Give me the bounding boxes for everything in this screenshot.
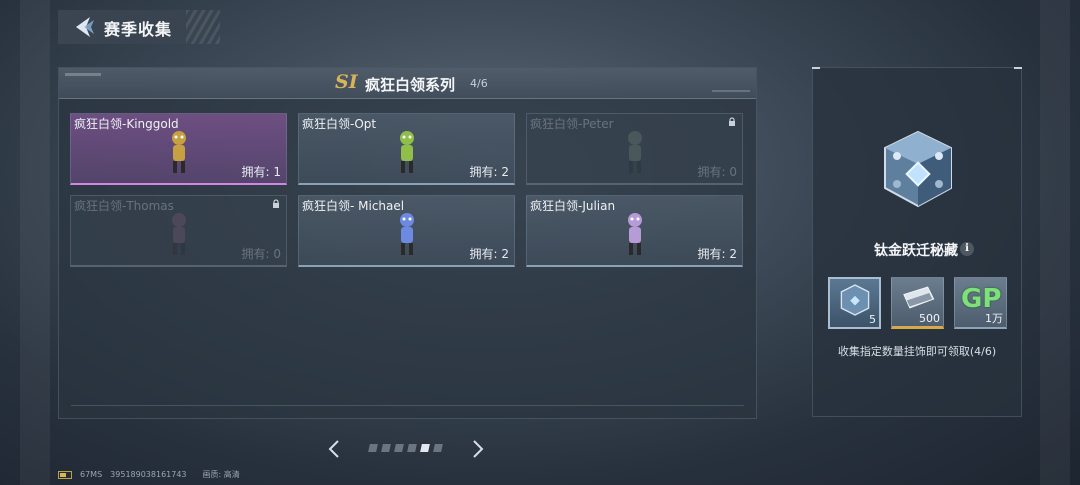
page-dot[interactable] <box>420 444 430 452</box>
card-name: 疯狂白领-Julian <box>530 199 616 213</box>
reward-item-voucher[interactable]: 500 <box>891 277 944 329</box>
item-count: 5 <box>869 313 876 326</box>
page-dot[interactable] <box>433 444 443 452</box>
player-id: 395189038161743 <box>110 470 187 479</box>
page-dot[interactable] <box>381 444 391 452</box>
collection-card-thomas[interactable]: 疯狂白领-Thomas 拥有: 0 <box>70 195 287 267</box>
collection-card-michael[interactable]: 疯狂白领- Michael 拥有: 2 <box>298 195 515 267</box>
battery-icon <box>58 470 72 479</box>
page-dot[interactable] <box>368 444 378 452</box>
series-header: SI 疯狂白领系列 4/6 <box>59 68 756 99</box>
card-name: 疯狂白领-Kinggold <box>74 117 179 131</box>
charm-figure-icon <box>400 213 414 255</box>
reward-item-titanium-box[interactable]: 5 <box>828 277 881 329</box>
card-name: 疯狂白领-Opt <box>302 117 377 131</box>
collection-card-kinggold[interactable]: 疯狂白领-Kinggold 拥有: 1 <box>70 113 287 185</box>
background-pillar <box>1040 0 1070 485</box>
item-count: 1万 <box>985 312 1003 325</box>
page-dot[interactable] <box>394 444 404 452</box>
charm-figure-icon <box>628 213 642 255</box>
owned-count: 拥有: 0 <box>241 247 282 261</box>
collection-card-julian[interactable]: 疯狂白领-Julian 拥有: 2 <box>526 195 743 267</box>
owned-count: 拥有: 2 <box>469 165 510 179</box>
lock-icon <box>273 199 279 208</box>
page-title: 赛季收集 <box>104 20 173 39</box>
next-page-arrow-icon[interactable] <box>472 439 484 459</box>
panel-corner <box>1014 67 1022 69</box>
titanium-box-icon <box>884 130 952 208</box>
owned-count: 拥有: 2 <box>697 247 738 261</box>
season-badge: SI <box>335 71 358 93</box>
card-name: 疯狂白领-Peter <box>530 117 614 131</box>
page-indicator <box>368 444 443 452</box>
reward-item-gp[interactable]: GP 1万 <box>954 277 1007 329</box>
divider <box>71 405 744 406</box>
series-progress-count: 4/6 <box>470 77 488 90</box>
status-bar: 67MS 395189038161743 画质: 高清 <box>58 469 240 480</box>
quality-text: 画质: 高清 <box>202 470 240 479</box>
collection-panel: SI 疯狂白领系列 4/6 疯狂白领-Kinggold 拥有: 1 疯狂白领-O… <box>58 67 757 419</box>
collection-card-opt[interactable]: 疯狂白领-Opt 拥有: 2 <box>298 113 515 185</box>
charm-figure-icon <box>172 131 186 173</box>
charm-figure-icon <box>628 131 642 173</box>
prev-page-arrow-icon[interactable] <box>328 439 340 459</box>
panel-corner <box>812 67 820 69</box>
top-bar-decoration <box>186 10 220 44</box>
owned-count: 拥有: 1 <box>241 165 282 179</box>
header-decoration <box>65 73 101 76</box>
reward-description: 收集指定数量挂饰即可领取(4/6) <box>837 345 997 358</box>
series-title: 疯狂白领系列 <box>365 76 456 94</box>
back-arrow-icon[interactable] <box>70 14 96 40</box>
page-dot[interactable] <box>407 444 417 452</box>
reward-panel: 钛金跃迁秘藏 i 5 500 GP 1万 收集指定数量挂饰即可领取(4/6) <box>812 67 1022 417</box>
charm-figure-icon <box>172 213 186 255</box>
item-count: 500 <box>919 312 940 325</box>
background-pillar <box>20 0 50 485</box>
voucher-icon <box>903 286 935 309</box>
charm-figure-icon <box>400 131 414 173</box>
owned-count: 拥有: 0 <box>697 165 738 179</box>
titanium-box-icon <box>840 284 870 316</box>
info-icon[interactable]: i <box>960 242 974 256</box>
card-name: 疯狂白领-Thomas <box>74 199 174 213</box>
collection-card-peter[interactable]: 疯狂白领-Peter 拥有: 0 <box>526 113 743 185</box>
header-decoration <box>712 90 750 92</box>
owned-count: 拥有: 2 <box>469 247 510 261</box>
latency-text: 67MS <box>80 470 103 479</box>
card-name: 疯狂白领- Michael <box>302 199 405 213</box>
lock-icon <box>729 117 735 126</box>
